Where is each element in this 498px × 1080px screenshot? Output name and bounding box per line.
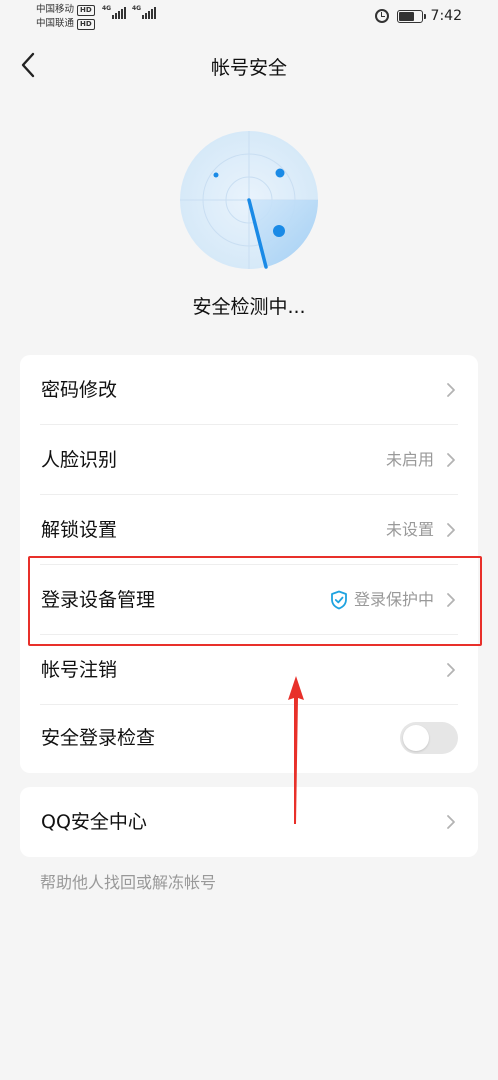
row-value: 未设置 (386, 495, 434, 565)
unlock-settings-row[interactable]: 解锁设置 未设置 (20, 495, 478, 565)
shield-check-icon (331, 590, 347, 610)
nav-bar: 帐号安全 (0, 40, 498, 90)
row-label: 登录设备管理 (41, 589, 156, 611)
signal-icons: 4G 4G (102, 5, 156, 19)
toggle-knob (403, 725, 429, 751)
carrier-2: 中国联通 (36, 18, 75, 29)
row-value: 未启用 (386, 425, 434, 495)
chevron-right-icon (447, 815, 455, 829)
status-bar: 中国移动 HD 中国联通 HD 4G 4G 7:42 (0, 0, 498, 34)
alarm-icon (374, 9, 389, 23)
status-text: 未启用 (385, 450, 434, 469)
chevron-right-icon (447, 383, 455, 397)
row-label: 人脸识别 (41, 449, 118, 471)
account-deletion-row[interactable]: 帐号注销 (20, 635, 478, 705)
chevron-right-icon (447, 593, 455, 607)
help-unfreeze-link[interactable]: 帮助他人找回或解冻帐号 (40, 869, 216, 893)
login-device-management-row[interactable]: 登录设备管理 登录保护中 (20, 565, 478, 635)
status-text: 登录保护中 (353, 590, 434, 609)
secure-login-check-row: 安全登录检查 (20, 703, 478, 773)
clock: 7:42 (430, 8, 462, 24)
signal-icon: 4G (132, 5, 156, 19)
row-label: 解锁设置 (41, 519, 118, 541)
row-label: 安全登录检查 (41, 727, 156, 749)
chevron-right-icon (447, 523, 455, 537)
radar-scan-icon (180, 131, 318, 269)
chevron-right-icon (447, 453, 455, 467)
password-change-row[interactable]: 密码修改 (20, 355, 478, 425)
row-label: 帐号注销 (41, 659, 118, 681)
carrier-info: 中国移动 HD 中国联通 HD (36, 3, 95, 31)
battery-icon (396, 9, 426, 23)
status-text: 未设置 (385, 520, 434, 539)
qq-security-center-card: QQ安全中心 (20, 787, 478, 857)
face-recognition-row[interactable]: 人脸识别 未启用 (20, 425, 478, 495)
signal-icon: 4G (102, 5, 126, 19)
row-label: 密码修改 (41, 379, 118, 401)
security-settings-card: 密码修改 人脸识别 未启用 解锁设置 未设置 登录设备管理 登录保护中 帐号注销… (20, 355, 478, 773)
network-type: 4G (132, 5, 142, 12)
page-title: 帐号安全 (210, 57, 287, 79)
row-label: QQ安全中心 (41, 811, 147, 833)
carrier-1: 中国移动 (36, 4, 75, 15)
hd-badge: HD (77, 18, 95, 30)
network-type: 4G (102, 5, 112, 12)
qq-security-center-row[interactable]: QQ安全中心 (20, 787, 478, 857)
row-value: 登录保护中 (330, 565, 434, 635)
scan-status: 安全检测中... (192, 296, 306, 318)
chevron-right-icon (447, 663, 455, 677)
hd-badge: HD (77, 4, 95, 16)
secure-login-toggle[interactable] (400, 722, 458, 754)
